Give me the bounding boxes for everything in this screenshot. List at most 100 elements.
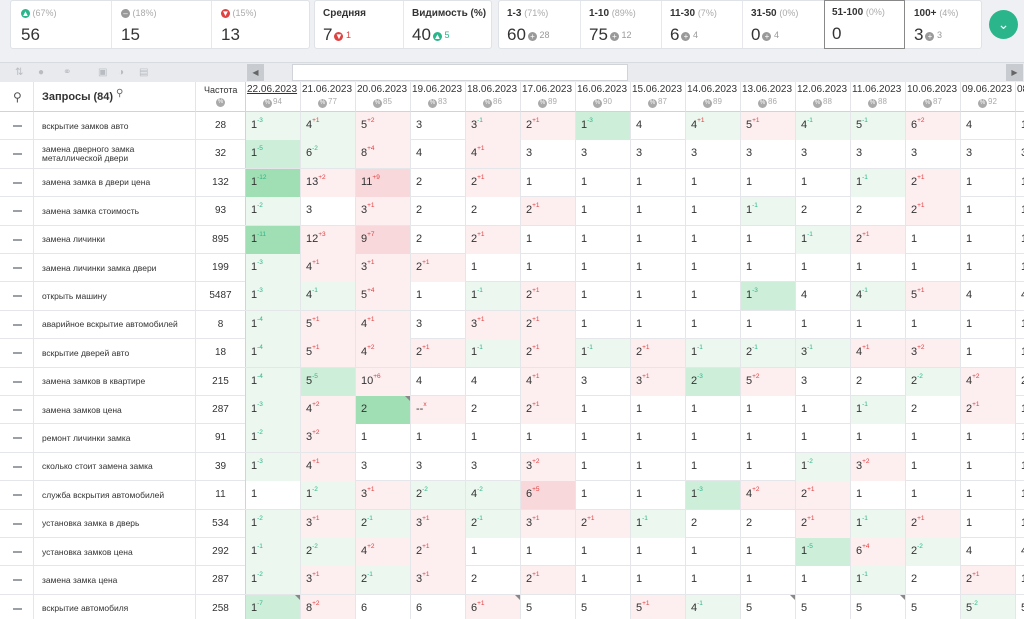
position-cell[interactable]: 4	[961, 282, 1016, 311]
position-cell[interactable]: 4+1	[301, 452, 356, 481]
position-cell[interactable]: 1	[466, 538, 521, 566]
range-1-3[interactable]: 1-3 (71%) 60 + 28	[499, 1, 580, 48]
scroll-right-arrow-icon[interactable]: ▶	[1006, 64, 1023, 81]
position-cell[interactable]: 1	[906, 481, 961, 510]
range-100-plus[interactable]: 100+ (4%) 3 + 3	[906, 1, 983, 48]
position-cell[interactable]: 2	[906, 566, 961, 595]
header-date[interactable]: 22.06.2023% 94	[246, 82, 301, 112]
position-cell[interactable]: 2+1	[411, 254, 466, 282]
row-handle[interactable]	[0, 594, 34, 619]
header-date[interactable]: 16.06.2023% 90	[576, 82, 631, 112]
group-same[interactable]: – (18%) 15	[113, 1, 211, 48]
row-handle[interactable]	[0, 452, 34, 481]
position-cell[interactable]: 3	[851, 140, 906, 169]
position-cell[interactable]: 1	[576, 282, 631, 311]
query-cell[interactable]: замена замков в квартире	[34, 367, 196, 396]
position-cell[interactable]: 1	[356, 424, 411, 453]
position-cell[interactable]: 1-3	[686, 481, 741, 510]
position-cell[interactable]: 1	[1016, 311, 1024, 339]
position-cell[interactable]: 1-3	[246, 452, 301, 481]
position-cell[interactable]: 4+1	[521, 367, 576, 396]
position-cell[interactable]: 2-2	[906, 367, 961, 396]
position-cell[interactable]: 2+1	[906, 197, 961, 226]
sort-icon[interactable]: ⇅	[15, 68, 26, 78]
position-cell[interactable]: 1	[521, 538, 576, 566]
scroll-thumb[interactable]	[292, 64, 628, 81]
position-cell[interactable]: 3+2	[521, 452, 576, 481]
position-cell[interactable]: 6	[356, 594, 411, 619]
position-cell[interactable]: 1	[576, 396, 631, 424]
header-date[interactable]: 13.06.2023% 86	[741, 82, 796, 112]
avg-position[interactable]: Средняя 7 ▼ 1	[315, 1, 403, 48]
header-date[interactable]: 09.06.2023% 92	[961, 82, 1016, 112]
position-cell[interactable]: 1	[741, 225, 796, 254]
position-cell[interactable]: 2	[686, 509, 741, 538]
position-cell[interactable]: 3	[961, 140, 1016, 169]
position-cell[interactable]: 1	[686, 310, 741, 339]
position-cell[interactable]: 1	[906, 310, 961, 339]
header-date[interactable]: 12.06.2023% 88	[796, 82, 851, 112]
position-cell[interactable]: 4-1	[301, 282, 356, 311]
position-cell[interactable]: 1-12	[246, 168, 301, 197]
position-cell[interactable]: 1-1	[576, 339, 631, 368]
header-date[interactable]: 21.06.2023% 77	[301, 82, 356, 112]
query-cell[interactable]: замена замков цена	[34, 396, 196, 424]
position-cell[interactable]: 4+1	[851, 339, 906, 368]
position-cell[interactable]: 1	[851, 310, 906, 339]
position-cell[interactable]: 3+1	[356, 197, 411, 226]
query-cell[interactable]: замена личинки замка двери	[34, 254, 196, 282]
position-cell[interactable]: 1	[631, 424, 686, 453]
position-cell[interactable]: 2+1	[521, 282, 576, 311]
row-handle[interactable]	[0, 367, 34, 396]
position-cell[interactable]: 1	[961, 254, 1016, 282]
position-cell[interactable]: 3+1	[411, 566, 466, 595]
position-cell[interactable]: 2	[411, 168, 466, 197]
position-cell[interactable]: 1	[631, 310, 686, 339]
position-cell[interactable]: 4+2	[356, 339, 411, 368]
position-cell[interactable]: 1	[906, 424, 961, 453]
position-cell[interactable]: 3	[356, 452, 411, 481]
position-cell[interactable]: 1	[741, 452, 796, 481]
group-up[interactable]: ▲ (67%) 56	[13, 1, 111, 48]
position-cell[interactable]: 5	[796, 594, 851, 619]
position-cell[interactable]: 2	[741, 509, 796, 538]
position-cell[interactable]: 1	[521, 254, 576, 282]
position-cell[interactable]: 2+1	[411, 339, 466, 368]
position-cell[interactable]: 3+2	[906, 339, 961, 368]
query-cell[interactable]: замена замка стоимость	[34, 197, 196, 226]
position-cell[interactable]: 1	[1016, 339, 1024, 367]
position-cell[interactable]: 4	[411, 140, 466, 169]
position-cell[interactable]: 4	[961, 112, 1016, 140]
position-cell[interactable]: 1	[1016, 424, 1024, 452]
position-cell[interactable]: 1-2	[796, 452, 851, 481]
position-cell[interactable]: 5+2	[741, 367, 796, 396]
position-cell[interactable]: 1	[1016, 510, 1024, 538]
position-cell[interactable]: 4-2	[466, 481, 521, 510]
position-cell[interactable]: 4+1	[301, 254, 356, 282]
position-cell[interactable]: 1	[741, 310, 796, 339]
position-cell[interactable]: 1	[686, 254, 741, 282]
position-cell[interactable]: 1-3	[246, 396, 301, 424]
position-cell[interactable]: 2	[411, 197, 466, 226]
row-handle[interactable]	[0, 112, 34, 140]
position-cell[interactable]: 1	[906, 254, 961, 282]
position-cell[interactable]: 5	[851, 594, 906, 619]
position-cell[interactable]: 3	[411, 310, 466, 339]
position-cell[interactable]: 1	[741, 566, 796, 595]
position-cell[interactable]: 1	[631, 254, 686, 282]
position-cell[interactable]: 1	[1016, 566, 1024, 594]
position-cell[interactable]: 1	[686, 282, 741, 311]
position-cell[interactable]: 1	[576, 225, 631, 254]
position-cell[interactable]: 3+1	[301, 566, 356, 595]
position-cell[interactable]: 3	[686, 140, 741, 169]
header-queries[interactable]: Запросы (84) ⚲	[34, 82, 196, 112]
toggle-icon[interactable]: ●	[38, 68, 49, 78]
header-date[interactable]: 20.06.2023% 85	[356, 82, 411, 112]
position-cell[interactable]: 2+1	[521, 566, 576, 595]
position-cell[interactable]: 1	[521, 168, 576, 197]
position-cell[interactable]: 1	[631, 225, 686, 254]
position-cell[interactable]: 4+2	[356, 538, 411, 566]
position-cell[interactable]: 4	[631, 112, 686, 140]
position-cell[interactable]: 2+1	[631, 339, 686, 368]
position-cell[interactable]: 1	[961, 197, 1016, 226]
